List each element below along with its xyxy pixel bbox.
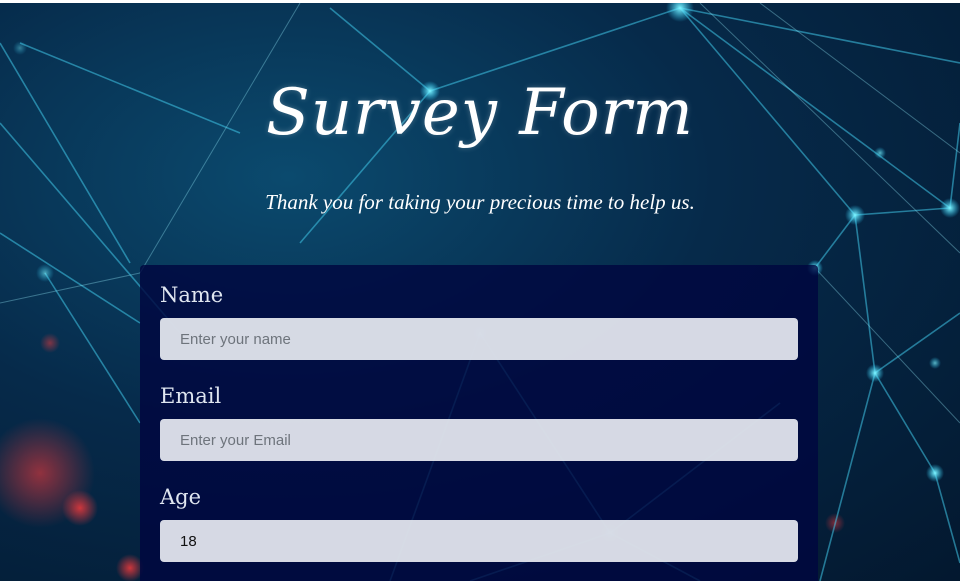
email-input[interactable] <box>160 419 798 461</box>
email-label: Email <box>160 384 222 408</box>
age-input[interactable] <box>160 520 798 562</box>
age-label: Age <box>160 485 202 509</box>
page-title: Survey Form <box>266 76 694 150</box>
page-subtitle: Thank you for taking your precious time … <box>265 190 695 214</box>
name-input[interactable] <box>160 318 798 360</box>
page-background: Survey Form Thank you for taking your pr… <box>0 3 960 581</box>
survey-form: Name Email Age <box>140 265 818 581</box>
name-label: Name <box>160 283 224 307</box>
